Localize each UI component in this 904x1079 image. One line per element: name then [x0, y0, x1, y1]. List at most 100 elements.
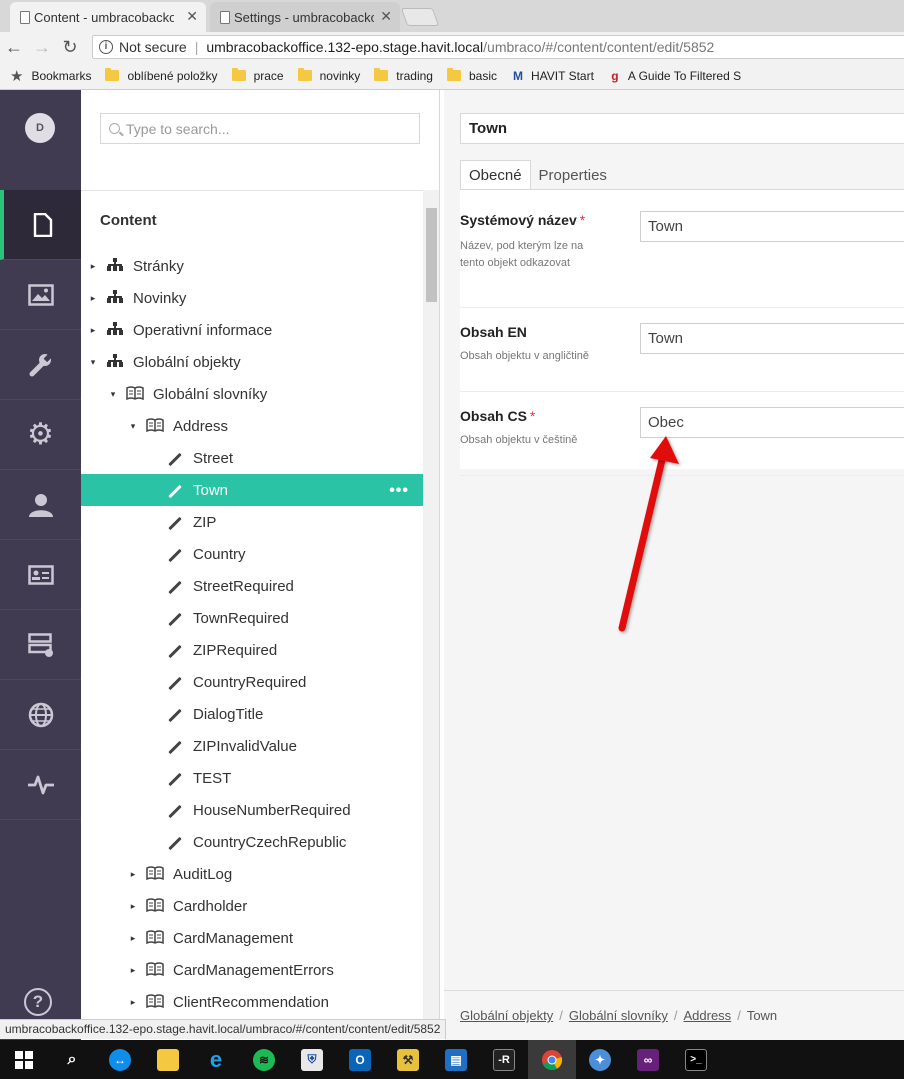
bookmark-folder[interactable]: basic [446, 68, 497, 83]
taskbar-chrome[interactable] [528, 1040, 576, 1079]
tree-node[interactable]: ▾ Globální objekty [81, 346, 423, 378]
taskbar-explorer[interactable] [144, 1040, 192, 1079]
browser-tab-content[interactable]: Content - umbracobacko ✕ [10, 2, 206, 32]
tree-node[interactable]: ▸ Stránky [81, 250, 423, 282]
taskbar-resharper[interactable]: -R [480, 1040, 528, 1079]
caret-right-icon[interactable]: ▸ [127, 869, 139, 880]
taskbar-fiddler[interactable]: ✦ [576, 1040, 624, 1079]
tree-node[interactable]: Town ••• [81, 474, 423, 506]
section-translation[interactable] [0, 680, 81, 750]
dictionary-icon [145, 961, 165, 979]
tree-node[interactable]: TEST [81, 762, 423, 794]
taskbar-search[interactable]: ⌕ [48, 1040, 96, 1079]
help-icon[interactable]: ? [24, 988, 52, 1016]
tab-obecne[interactable]: Obecné [460, 160, 531, 190]
caret-down-icon[interactable]: ▾ [127, 421, 139, 432]
taskbar-terminal[interactable]: >_ [672, 1040, 720, 1079]
tree-node[interactable]: ▾ Globální slovníky [81, 378, 423, 410]
caret-down-icon[interactable]: ▾ [87, 357, 99, 368]
taskbar-app[interactable]: ▤ [432, 1040, 480, 1079]
reload-icon[interactable]: ↻ [56, 37, 84, 58]
caret-right-icon[interactable]: ▸ [127, 997, 139, 1008]
tree-node[interactable]: TownRequired [81, 602, 423, 634]
caret-right-icon[interactable]: ▸ [87, 261, 99, 272]
system-name-field[interactable]: Town [640, 211, 904, 242]
tree-node-label: Operativní informace [133, 321, 273, 339]
tree-node[interactable]: ZIPInvalidValue [81, 730, 423, 762]
section-content[interactable] [0, 190, 81, 260]
back-arrow-icon[interactable]: ← [0, 37, 28, 58]
caret-right-icon[interactable]: ▸ [87, 325, 99, 336]
pencil-icon [165, 450, 185, 467]
section-forms[interactable] [0, 610, 81, 680]
taskbar-teamviewer[interactable]: ↔ [96, 1040, 144, 1079]
breadcrumb-item[interactable]: Globální objekty [460, 1008, 553, 1023]
browser-tab-settings[interactable]: Settings - umbracobacko ✕ [210, 2, 400, 32]
search-input[interactable]: Type to search... [100, 113, 420, 144]
tree-node[interactable]: ▾ Address [81, 410, 423, 442]
tree-node[interactable]: CountryRequired [81, 666, 423, 698]
bookmark-folder[interactable]: trading [374, 68, 433, 83]
taskbar-security[interactable]: ⛨ [288, 1040, 336, 1079]
section-media[interactable] [0, 260, 81, 330]
tree-node-label: DialogTitle [193, 705, 264, 723]
globe-icon [28, 702, 53, 727]
dictionary-icon [145, 417, 165, 435]
tree-node[interactable]: Country [81, 538, 423, 570]
tree-node[interactable]: HouseNumberRequired [81, 794, 423, 826]
caret-right-icon[interactable]: ▸ [87, 293, 99, 304]
breadcrumb-item[interactable]: Globální slovníky [569, 1008, 668, 1023]
tree-node[interactable]: CountryCzechRepublic [81, 826, 423, 858]
section-settings[interactable] [0, 330, 81, 400]
node-name-input[interactable]: Town [460, 113, 904, 144]
caret-right-icon[interactable]: ▸ [127, 901, 139, 912]
caret-right-icon[interactable]: ▸ [127, 933, 139, 944]
tree-node[interactable]: DialogTitle [81, 698, 423, 730]
taskbar-ie[interactable]: e [192, 1040, 240, 1079]
tree-node[interactable]: ▸ Cardholder [81, 890, 423, 922]
taskbar-outlook[interactable]: O [336, 1040, 384, 1079]
tree-node[interactable]: ▸ Operativní informace [81, 314, 423, 346]
tree-node[interactable]: Street [81, 442, 423, 474]
taskbar-tools[interactable]: ⚒ [384, 1040, 432, 1079]
more-options-icon[interactable]: ••• [389, 482, 409, 500]
tree-node[interactable]: ▸ AuditLog [81, 858, 423, 890]
section-analytics[interactable] [0, 750, 81, 820]
tree-node[interactable]: ZIP [81, 506, 423, 538]
tree-node[interactable]: ▸ CardManagement [81, 922, 423, 954]
section-members[interactable] [0, 540, 81, 610]
tree-scrollbar[interactable] [423, 190, 439, 1020]
breadcrumb-item[interactable]: Address [683, 1008, 731, 1023]
bookmark-guide[interactable]: g A Guide To Filtered S [608, 69, 741, 83]
tree-node[interactable]: ▸ ClientRecommendation [81, 986, 423, 1018]
url-input[interactable]: i Not secure | umbracobackoffice.132-epo… [92, 35, 904, 59]
tree-node[interactable]: ZIPRequired [81, 634, 423, 666]
tree-node-label: StreetRequired [193, 577, 294, 595]
tree-scrollbar-thumb[interactable] [426, 208, 437, 302]
caret-right-icon[interactable]: ▸ [127, 965, 139, 976]
tree-node[interactable]: ▸ Novinky [81, 282, 423, 314]
dictionary-icon [145, 897, 165, 915]
bookmark-folder[interactable]: novinky [297, 68, 360, 83]
avatar[interactable]: D [25, 113, 55, 143]
caret-down-icon[interactable]: ▾ [107, 389, 119, 400]
close-icon[interactable]: ✕ [380, 8, 392, 25]
tree-node[interactable]: ▸ CardManagementErrors [81, 954, 423, 986]
info-icon[interactable]: i [99, 40, 113, 54]
divider [81, 190, 423, 191]
bookmark-folder[interactable]: oblíbené položky [105, 68, 218, 83]
taskbar-visual-studio[interactable]: ∞ [624, 1040, 672, 1079]
close-icon[interactable]: ✕ [186, 8, 198, 25]
section-developer[interactable]: ⚙ [0, 400, 81, 470]
bookmark-folder[interactable]: prace [231, 68, 284, 83]
content-en-field[interactable]: Town [640, 323, 904, 354]
taskbar-spotify[interactable]: ≋ [240, 1040, 288, 1079]
bookmark-bookmarks[interactable]: ★ Bookmarks [0, 67, 91, 85]
bookmark-havit-start[interactable]: M HAVIT Start [511, 69, 594, 83]
start-button[interactable] [0, 1040, 48, 1079]
section-users[interactable] [0, 470, 81, 540]
new-tab-button[interactable] [400, 8, 440, 26]
tree-node[interactable]: StreetRequired [81, 570, 423, 602]
tab-properties[interactable]: Properties [531, 160, 615, 190]
forward-arrow-icon[interactable]: → [28, 37, 56, 58]
